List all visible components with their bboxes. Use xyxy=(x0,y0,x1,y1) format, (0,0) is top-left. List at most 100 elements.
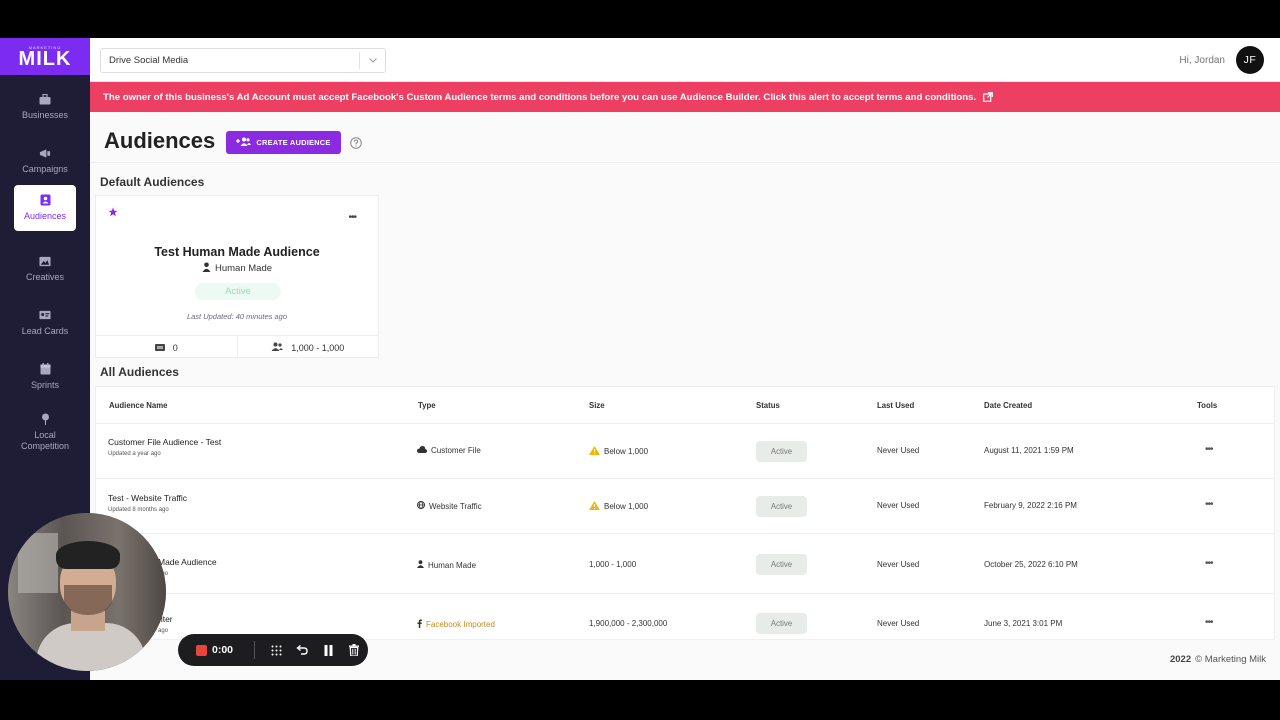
sidebar-item-label: Campaigns xyxy=(22,164,68,174)
sidebar-item-sprints[interactable]: Sprints xyxy=(14,354,76,400)
person-icon xyxy=(202,262,211,275)
status-badge: Active xyxy=(756,441,807,462)
footer-copyright: © Marketing Milk xyxy=(1195,654,1266,665)
column-header-name[interactable]: Audience Name xyxy=(109,401,168,410)
audience-size: 1,000 - 1,000 xyxy=(236,336,379,359)
ad-icon xyxy=(154,343,165,353)
default-audiences-heading: Default Audiences xyxy=(100,175,205,189)
trash-icon[interactable] xyxy=(341,644,367,656)
audience-name-cell[interactable]: Customer File Audience - Test Updated a … xyxy=(108,437,221,457)
chevron-down-icon[interactable] xyxy=(359,52,385,69)
cloud-icon xyxy=(417,446,427,455)
more-options-icon[interactable]: ••• xyxy=(348,212,356,223)
table-header-row: Audience Name Type Size Status Last Used… xyxy=(96,387,1274,424)
page-title: Audiences xyxy=(104,128,216,153)
terms-alert-banner[interactable]: The owner of this business's Ad Account … xyxy=(90,82,1280,112)
audience-card-type: Human Made xyxy=(96,262,378,275)
table-row[interactable]: Customer File Audience - Test Updated a … xyxy=(96,424,1274,479)
audience-name: Made Audience xyxy=(158,557,217,567)
footer-year: 2022 xyxy=(1169,654,1192,665)
pause-icon[interactable] xyxy=(315,644,341,656)
alert-text: The owner of this business's Ad Account … xyxy=(103,91,977,103)
sidebar-item-label: Businesses xyxy=(21,110,69,120)
sidebar-item-lead-cards[interactable]: Lead Cards xyxy=(14,300,76,346)
status-badge: Active xyxy=(756,496,807,517)
date-created: February 9, 2022 2:16 PM xyxy=(984,501,1077,510)
audience-size-cell: Below 1,000 xyxy=(589,501,648,512)
ads-count: 0 xyxy=(96,336,237,359)
audience-size: 1,900,000 - 2,300,000 xyxy=(589,619,668,628)
contacts-icon xyxy=(39,194,51,206)
calendar-icon xyxy=(39,363,51,375)
megaphone-icon xyxy=(39,147,51,159)
sidebar-item-creatives[interactable]: Creatives xyxy=(14,246,76,292)
stop-recording-button[interactable] xyxy=(196,644,207,656)
audience-type: Facebook Imported xyxy=(426,620,495,629)
last-used: Never Used xyxy=(877,560,920,569)
avatar[interactable]: JF xyxy=(1236,46,1264,74)
map-pin-icon xyxy=(39,413,51,425)
sidebar-item-label: Sprints xyxy=(30,380,59,390)
sidebar-item-businesses[interactable]: Businesses xyxy=(14,84,76,130)
audience-size-cell: Below 1,000 xyxy=(589,446,648,457)
audience-size-value: 1,000 - 1,000 xyxy=(291,342,345,353)
users-icon xyxy=(271,342,284,353)
audience-size: Below 1,000 xyxy=(604,502,649,511)
audience-type-cell: Human Made xyxy=(417,560,476,570)
last-used: Never Used xyxy=(877,446,920,455)
audience-size: Below 1,000 xyxy=(604,447,649,456)
audience-name-cell[interactable]: Made Audience ago xyxy=(158,557,217,577)
column-header-size[interactable]: Size xyxy=(589,401,605,410)
table-row[interactable]: Test - Website Traffic Updated 8 months … xyxy=(96,479,1274,534)
column-header-type[interactable]: Type xyxy=(418,401,436,410)
sidebar-item-audiences[interactable]: Audiences xyxy=(14,185,76,231)
audience-type: Customer File xyxy=(431,446,481,455)
column-header-status[interactable]: Status xyxy=(756,401,780,410)
warning-icon xyxy=(589,446,600,457)
audience-type-cell: Customer File xyxy=(417,446,481,455)
sidebar-item-label: Audiences xyxy=(23,211,67,221)
table-row[interactable]: Made Audience ago Human Made 1,000 - 1,0… xyxy=(96,534,1274,594)
column-header-date-created[interactable]: Date Created xyxy=(984,401,1032,410)
more-options-icon[interactable]: ••• xyxy=(1205,499,1213,510)
default-audience-card[interactable]: ••• Test Human Made Audience Human Made … xyxy=(95,195,379,359)
grid-icon[interactable] xyxy=(263,645,289,656)
help-icon[interactable] xyxy=(350,136,362,149)
id-card-icon xyxy=(39,309,51,321)
business-select-value: Drive Social Media xyxy=(109,55,189,66)
audience-type: Human Made xyxy=(428,560,477,570)
more-options-icon[interactable]: ••• xyxy=(1205,444,1213,455)
audience-card-updated: Last Updated: 40 minutes ago xyxy=(186,312,288,321)
audience-name-cell[interactable]: Test - Website Traffic Updated 8 months … xyxy=(108,493,187,513)
brand-tagline: MARKETING xyxy=(28,45,62,50)
audience-size: 1,000 - 1,000 xyxy=(589,560,637,569)
sidebar-item-label: Local Competition xyxy=(20,429,70,451)
facebook-icon xyxy=(417,619,422,630)
webcam-overlay[interactable] xyxy=(8,513,166,671)
briefcase-icon xyxy=(39,93,51,105)
more-options-icon[interactable]: ••• xyxy=(1205,558,1213,569)
audience-card-title: Test Human Made Audience xyxy=(154,245,320,259)
recording-timer: 0:00 xyxy=(212,644,234,656)
recorder-divider xyxy=(254,641,255,659)
audience-type-cell: Facebook Imported xyxy=(417,619,495,630)
all-audiences-heading: All Audiences xyxy=(100,365,179,379)
recording-controls: 0:00 xyxy=(178,634,368,666)
business-select[interactable]: Drive Social Media xyxy=(100,48,386,73)
add-users-icon xyxy=(236,137,252,148)
date-created: August 11, 2021 1:59 PM xyxy=(984,446,1074,455)
brand-name: MILK xyxy=(18,48,72,70)
column-header-tools: Tools xyxy=(1197,401,1218,410)
sidebar-item-local-competition[interactable]: Local Competition xyxy=(14,404,76,460)
sidebar-item-label: Lead Cards xyxy=(21,326,69,336)
brand-logo[interactable]: MARKETING MILK xyxy=(0,38,90,75)
image-icon xyxy=(39,255,51,267)
more-options-icon[interactable]: ••• xyxy=(1205,617,1213,628)
column-header-last-used[interactable]: Last Used xyxy=(877,401,914,410)
sidebar-item-campaigns[interactable]: Campaigns xyxy=(14,138,76,184)
sidebar-item-label: Creatives xyxy=(25,272,64,282)
create-audience-button[interactable]: CREATE AUDIENCE xyxy=(226,131,341,154)
create-audience-label: CREATE AUDIENCE xyxy=(256,138,331,147)
audience-card-footer: 0 1,000 - 1,000 xyxy=(96,335,378,359)
restart-icon[interactable] xyxy=(289,645,315,655)
